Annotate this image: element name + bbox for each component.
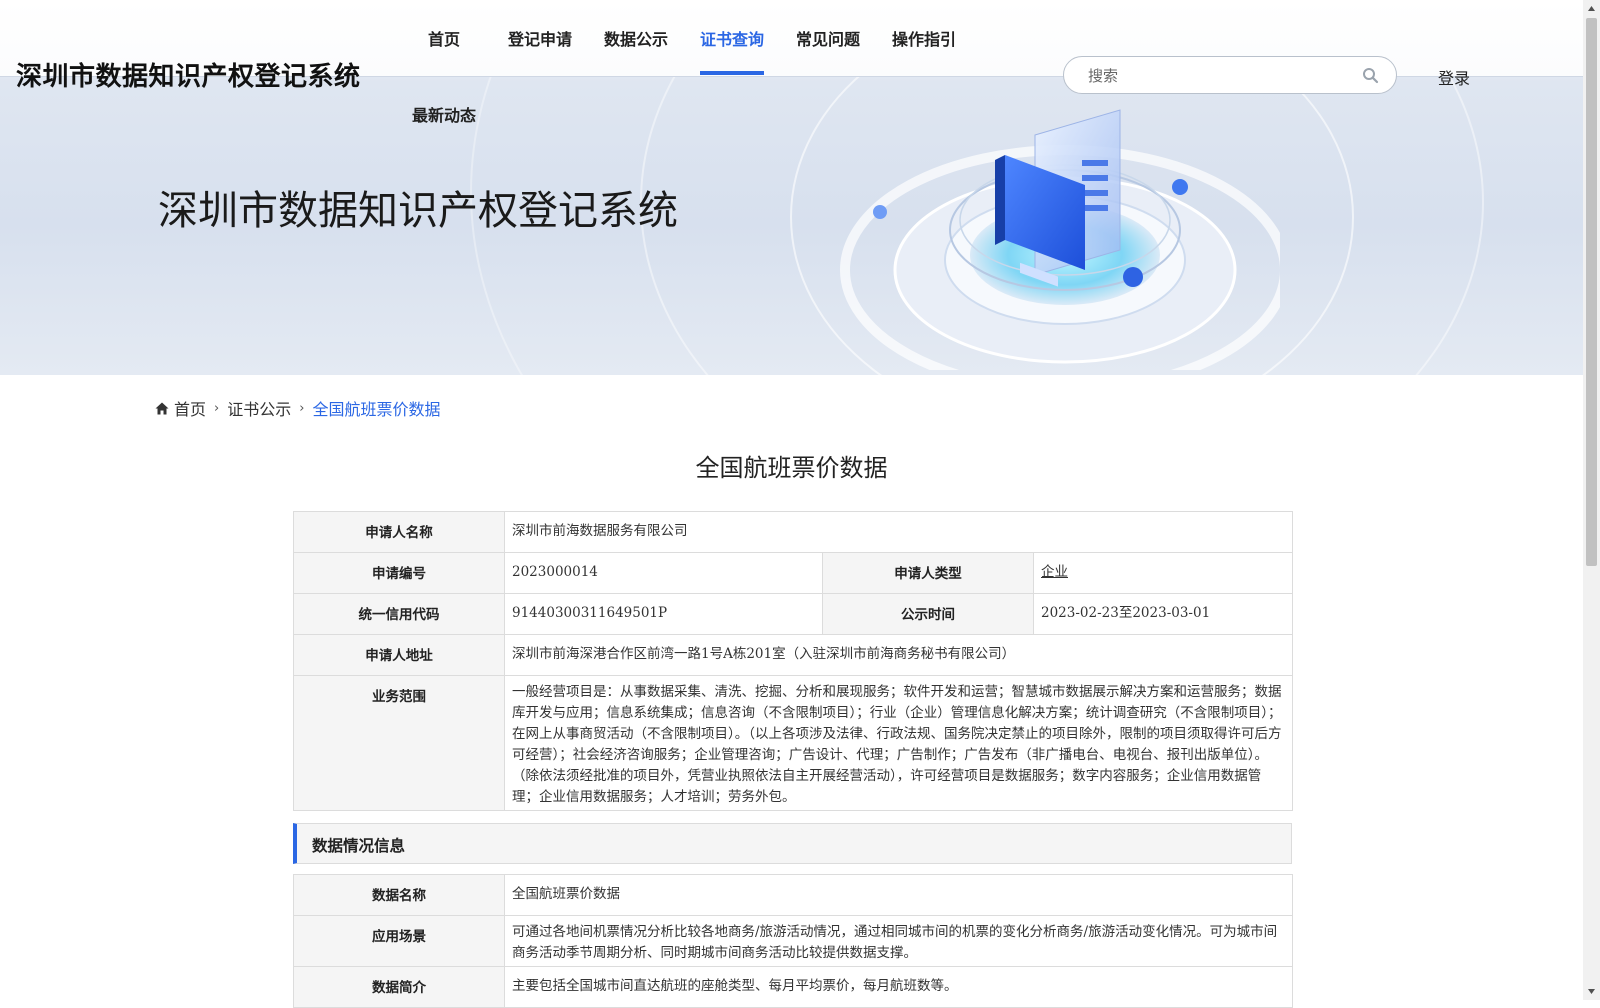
main-nav: 首页 登记申请 数据公示 证书查询 常见问题 操作指引 最新动态: [400, 0, 980, 130]
scroll-down-arrow-icon[interactable]: [1583, 983, 1600, 1000]
business-scope-label: 业务范围: [293, 675, 505, 811]
scrollbar-thumb[interactable]: [1586, 18, 1597, 566]
home-icon: [155, 402, 169, 414]
applicant-name-label: 申请人名称: [293, 511, 505, 553]
page-scrollbar[interactable]: [1583, 0, 1600, 1000]
page-title: 全国航班票价数据: [695, 454, 888, 482]
application-no-label: 申请编号: [293, 552, 505, 594]
table-row: 统一信用代码 91440300311649501P 公示时间 2023-02-2…: [293, 593, 1294, 635]
applicant-name-value: 深圳市前海数据服务有限公司: [503, 511, 1294, 553]
credit-code-value: 91440300311649501P: [504, 593, 823, 635]
publicity-time-label: 公示时间: [822, 593, 1034, 635]
address-value: 深圳市前海深港合作区前湾一路1号A栋201室（入驻深圳市前海商务秘书有限公司）: [503, 634, 1294, 676]
applicant-type-cell: 企业: [1032, 552, 1294, 594]
table-row: 数据名称 全国航班票价数据: [293, 874, 1293, 916]
business-scope-value: 一般经营项目是：从事数据采集、清洗、挖掘、分析和展现服务；软件开发和运营；智慧城…: [503, 675, 1294, 811]
nav-active-indicator: [700, 71, 764, 75]
summary-value: 主要包括全国城市间直达航班的座舱类型、每月平均票价，每月航班数等。: [504, 966, 1293, 1008]
site-title[interactable]: 深圳市数据知识产权登记系统: [16, 56, 361, 93]
table-row: 应用场景 可通过各地间机票情况分析比较各地商务/旅游活动情况，通过相同城市间的机…: [293, 915, 1293, 967]
data-name-value: 全国航班票价数据: [504, 874, 1293, 916]
applicant-type-link[interactable]: 企业: [1041, 564, 1068, 580]
search-input[interactable]: [1086, 65, 1350, 87]
section-title: 数据情况信息: [312, 836, 406, 855]
nav-registration[interactable]: 登记申请: [508, 26, 572, 50]
banner-heading: 深圳市数据知识产权登记系统: [158, 188, 678, 234]
chevron-right-icon: ›: [299, 400, 305, 416]
nav-news[interactable]: 最新动态: [412, 102, 476, 126]
data-info-table: 数据名称 全国航班票价数据 应用场景 可通过各地间机票情况分析比较各地商务/旅游…: [293, 874, 1293, 1008]
nav-certificate-query[interactable]: 证书查询: [700, 26, 764, 50]
scenario-label: 应用场景: [293, 915, 505, 967]
breadcrumb: 首页 › 证书公示 › 全国航班票价数据: [155, 396, 440, 420]
breadcrumb-certificate-publicity[interactable]: 证书公示: [227, 396, 291, 420]
search-icon[interactable]: [1362, 67, 1379, 84]
address-label: 申请人地址: [293, 634, 505, 676]
chevron-right-icon: ›: [214, 400, 220, 416]
publicity-time-value: 2023-02-23至2023-03-01: [1032, 593, 1294, 635]
breadcrumb-home[interactable]: 首页: [174, 396, 206, 420]
table-row: 业务范围 一般经营项目是：从事数据采集、清洗、挖掘、分析和展现服务；软件开发和运…: [293, 675, 1294, 811]
credit-code-label: 统一信用代码: [293, 593, 505, 635]
nav-guide[interactable]: 操作指引: [892, 26, 956, 50]
scroll-up-arrow-icon[interactable]: [1583, 0, 1600, 17]
search-box[interactable]: [1063, 56, 1397, 94]
login-link[interactable]: 登录: [1438, 65, 1470, 89]
table-row: 数据简介 主要包括全国城市间直达航班的座舱类型、每月平均票价，每月航班数等。: [293, 966, 1293, 1008]
applicant-type-label: 申请人类型: [822, 552, 1034, 594]
nav-home[interactable]: 首页: [428, 26, 460, 50]
applicant-info-table: 申请人名称 深圳市前海数据服务有限公司 申请编号 2023000014 申请人类…: [293, 511, 1294, 811]
scenario-value: 可通过各地间机票情况分析比较各地商务/旅游活动情况，通过相同城市间的机票的变化分…: [504, 915, 1293, 967]
table-row: 申请人地址 深圳市前海深港合作区前湾一路1号A栋201室（入驻深圳市前海商务秘书…: [293, 634, 1294, 676]
application-no-value: 2023000014: [504, 552, 823, 594]
nav-faq[interactable]: 常见问题: [796, 26, 860, 50]
summary-label: 数据简介: [293, 966, 505, 1008]
table-row: 申请人名称 深圳市前海数据服务有限公司: [293, 511, 1294, 553]
nav-data-publicity[interactable]: 数据公示: [604, 26, 668, 50]
breadcrumb-current: 全国航班票价数据: [312, 400, 441, 419]
data-name-label: 数据名称: [293, 874, 505, 916]
table-row: 申请编号 2023000014 申请人类型 企业: [293, 552, 1294, 594]
data-info-section-header: 数据情况信息: [293, 823, 1292, 864]
header-banner: 深圳市数据知识产权登记系统 首页 登记申请 数据公示 证书查询 常见问题 操作指…: [0, 0, 1583, 375]
